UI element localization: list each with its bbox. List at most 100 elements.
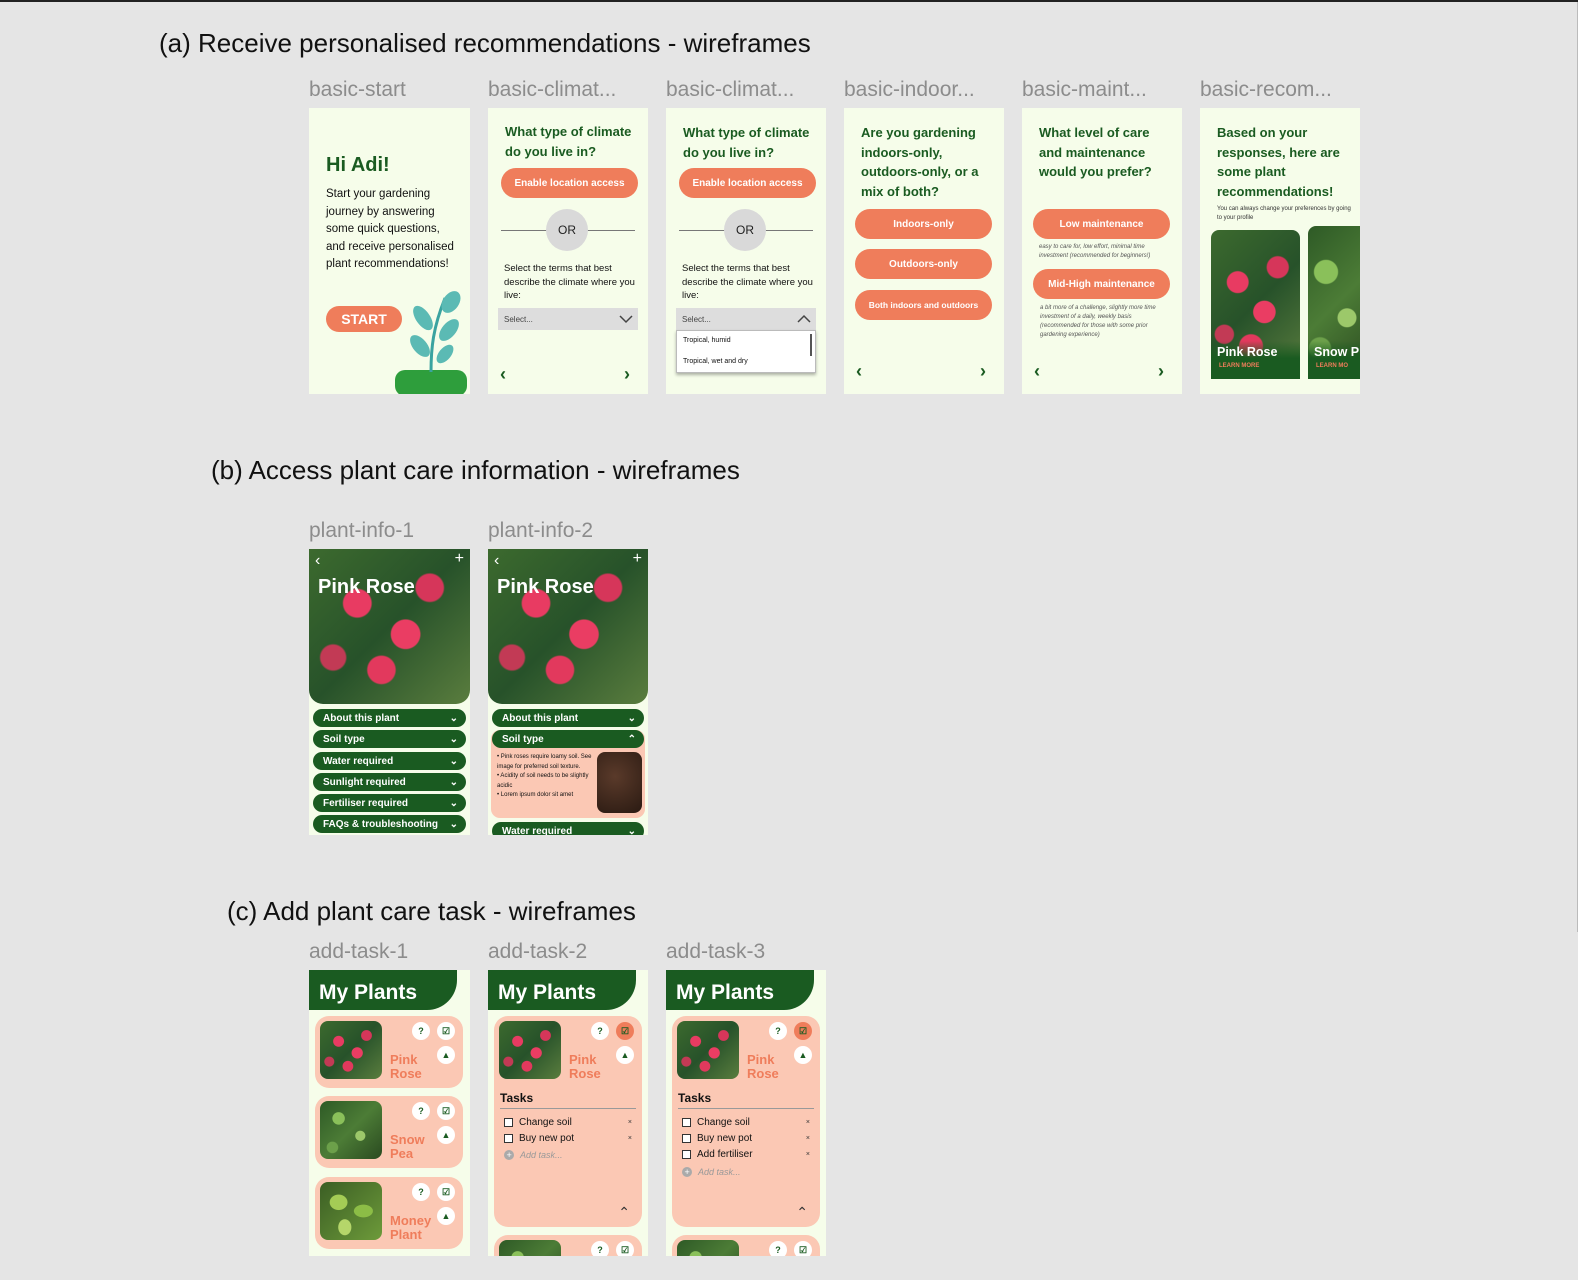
- add-task-input[interactable]: + Add task...: [682, 1167, 741, 1177]
- frame-add-task-1: My Plants Pink Rose ? ☑ ▲ Snow Pea ? ☑ ▲…: [309, 970, 470, 1256]
- dropdown-option[interactable]: Tropical, humid: [683, 337, 731, 344]
- task-item[interactable]: Buy new pot: [504, 1133, 574, 1144]
- chevron-down-icon: ⌄: [449, 733, 458, 745]
- accordion-soil[interactable]: Soil type ⌃: [492, 730, 644, 748]
- task-checkbox[interactable]: [504, 1118, 513, 1127]
- accordion-water[interactable]: Water required ⌄: [492, 822, 644, 835]
- back-icon[interactable]: ‹: [494, 552, 499, 570]
- bell-icon[interactable]: ▲: [794, 1046, 812, 1064]
- task-checkbox[interactable]: [682, 1134, 691, 1143]
- next-arrow-icon[interactable]: ›: [980, 362, 986, 380]
- bell-icon[interactable]: ▲: [437, 1207, 455, 1225]
- help-icon[interactable]: ?: [591, 1022, 609, 1040]
- help-icon[interactable]: ?: [769, 1022, 787, 1040]
- collapse-chevron-icon[interactable]: ⌃: [796, 1204, 808, 1221]
- plant-card[interactable]: Pink Rose ? ☑ ▲: [315, 1016, 463, 1088]
- checklist-icon[interactable]: ☑: [794, 1241, 812, 1256]
- delete-task-icon[interactable]: ×: [806, 1119, 810, 1126]
- select-prompt: Select the terms that best describe the …: [682, 263, 813, 301]
- plus-icon[interactable]: +: [633, 550, 642, 568]
- help-icon[interactable]: ?: [591, 1241, 609, 1256]
- scrollbar[interactable]: [810, 334, 812, 356]
- climate-select[interactable]: Select...: [676, 308, 816, 330]
- task-item[interactable]: Add fertiliser: [682, 1149, 753, 1160]
- plus-icon[interactable]: +: [455, 550, 464, 568]
- checklist-icon[interactable]: ☑: [437, 1183, 455, 1201]
- chevron-down-icon: ⌄: [449, 776, 458, 788]
- collapse-chevron-icon[interactable]: ⌃: [618, 1204, 630, 1221]
- task-checkbox[interactable]: [682, 1118, 691, 1127]
- soil-point: • Lorem ipsum dolor sit amet: [497, 792, 574, 798]
- both-button[interactable]: Both indoors and outdoors: [855, 290, 992, 320]
- delete-task-icon[interactable]: ×: [628, 1119, 632, 1126]
- plant-card[interactable]: Snow Pea ? ☑ ▲: [315, 1096, 463, 1168]
- checklist-icon[interactable]: ☑: [616, 1241, 634, 1256]
- task-checkbox[interactable]: [682, 1150, 691, 1159]
- learn-more-link[interactable]: LEARN MO: [1316, 363, 1348, 369]
- window-edge: [1568, 2, 1578, 932]
- dropdown-option[interactable]: Tropical, wet and dry: [683, 358, 748, 365]
- checklist-icon[interactable]: ☑: [437, 1022, 455, 1040]
- recommendation-card[interactable]: Pink Rose LEARN MORE: [1211, 230, 1300, 379]
- plant-name: Pink Rose: [390, 1052, 422, 1081]
- plant-card-expanded[interactable]: Pink Rose ? ☑ ▲ Tasks Change soil × Buy …: [494, 1016, 642, 1227]
- high-maintenance-button[interactable]: Mid-High maintenance: [1033, 269, 1170, 299]
- accordion-about[interactable]: About this plant ⌄: [313, 709, 466, 727]
- accordion-about[interactable]: About this plant ⌄: [492, 709, 644, 727]
- add-icon[interactable]: +: [504, 1150, 514, 1160]
- recommendation-card[interactable]: Snow P LEARN MO: [1308, 226, 1360, 379]
- high-maintenance-note: a bit more of a challenge, slightly more…: [1040, 305, 1156, 338]
- help-icon[interactable]: ?: [412, 1183, 430, 1201]
- accordion-label: Soil type: [323, 733, 365, 745]
- next-arrow-icon[interactable]: ›: [624, 365, 630, 383]
- delete-task-icon[interactable]: ×: [628, 1135, 632, 1142]
- help-icon[interactable]: ?: [412, 1022, 430, 1040]
- delete-task-icon[interactable]: ×: [806, 1151, 810, 1158]
- accordion-fertiliser[interactable]: Fertiliser required ⌄: [313, 794, 466, 812]
- plant-name: Money Plant: [390, 1213, 432, 1242]
- accordion-label: Water required: [502, 825, 573, 836]
- help-icon[interactable]: ?: [769, 1241, 787, 1256]
- back-arrow-icon[interactable]: ‹: [1034, 362, 1040, 380]
- frame-label: add-task-1: [309, 940, 409, 963]
- bell-icon[interactable]: ▲: [616, 1046, 634, 1064]
- checklist-icon[interactable]: ☑: [616, 1022, 634, 1040]
- accordion-soil[interactable]: Soil type ⌄: [313, 730, 466, 748]
- delete-task-icon[interactable]: ×: [806, 1135, 810, 1142]
- enable-location-button[interactable]: Enable location access: [501, 168, 638, 198]
- back-arrow-icon[interactable]: ‹: [500, 365, 506, 383]
- accordion-label: About this plant: [502, 712, 579, 724]
- outdoors-only-button[interactable]: Outdoors-only: [855, 249, 992, 279]
- task-item[interactable]: Change soil: [504, 1117, 572, 1128]
- enable-location-button[interactable]: Enable location access: [679, 168, 816, 198]
- bell-icon[interactable]: ▲: [437, 1126, 455, 1144]
- accordion-sunlight[interactable]: Sunlight required ⌄: [313, 773, 466, 791]
- task-item[interactable]: Buy new pot: [682, 1133, 752, 1144]
- plant-card[interactable]: ? ☑: [672, 1235, 820, 1256]
- bell-icon[interactable]: ▲: [437, 1046, 455, 1064]
- checklist-icon[interactable]: ☑: [794, 1022, 812, 1040]
- add-task-input[interactable]: + Add task...: [504, 1150, 563, 1160]
- low-maintenance-button[interactable]: Low maintenance: [1033, 209, 1170, 239]
- indoors-only-button[interactable]: Indoors-only: [855, 209, 992, 239]
- learn-more-link[interactable]: LEARN MORE: [1219, 363, 1259, 369]
- back-arrow-icon[interactable]: ‹: [856, 362, 862, 380]
- back-icon[interactable]: ‹: [315, 552, 320, 570]
- accordion-water[interactable]: Water required ⌄: [313, 752, 466, 770]
- plant-card[interactable]: Money Plant ? ☑ ▲: [315, 1177, 463, 1249]
- accordion-faq[interactable]: FAQs & troubleshooting ⌄: [313, 815, 466, 833]
- checklist-icon[interactable]: ☑: [437, 1102, 455, 1120]
- task-item[interactable]: Change soil: [682, 1117, 750, 1128]
- plant-card-expanded[interactable]: Pink Rose ? ☑ ▲ Tasks Change soil × Buy …: [672, 1016, 820, 1227]
- task-checkbox[interactable]: [504, 1134, 513, 1143]
- next-arrow-icon[interactable]: ›: [1158, 362, 1164, 380]
- start-button[interactable]: START: [326, 306, 402, 332]
- add-icon[interactable]: +: [682, 1167, 692, 1177]
- task-label: Buy new pot: [697, 1133, 753, 1144]
- help-icon[interactable]: ?: [412, 1102, 430, 1120]
- plant-card[interactable]: ? ☑: [494, 1235, 642, 1256]
- climate-select[interactable]: Select...: [498, 308, 638, 330]
- frame-indoor: Are you gardening indoors-only, outdoors…: [844, 108, 1004, 394]
- section-a-title: (a) Receive personalised recommendations…: [159, 28, 811, 58]
- indoor-question: Are you gardening indoors-only, outdoors…: [861, 125, 979, 199]
